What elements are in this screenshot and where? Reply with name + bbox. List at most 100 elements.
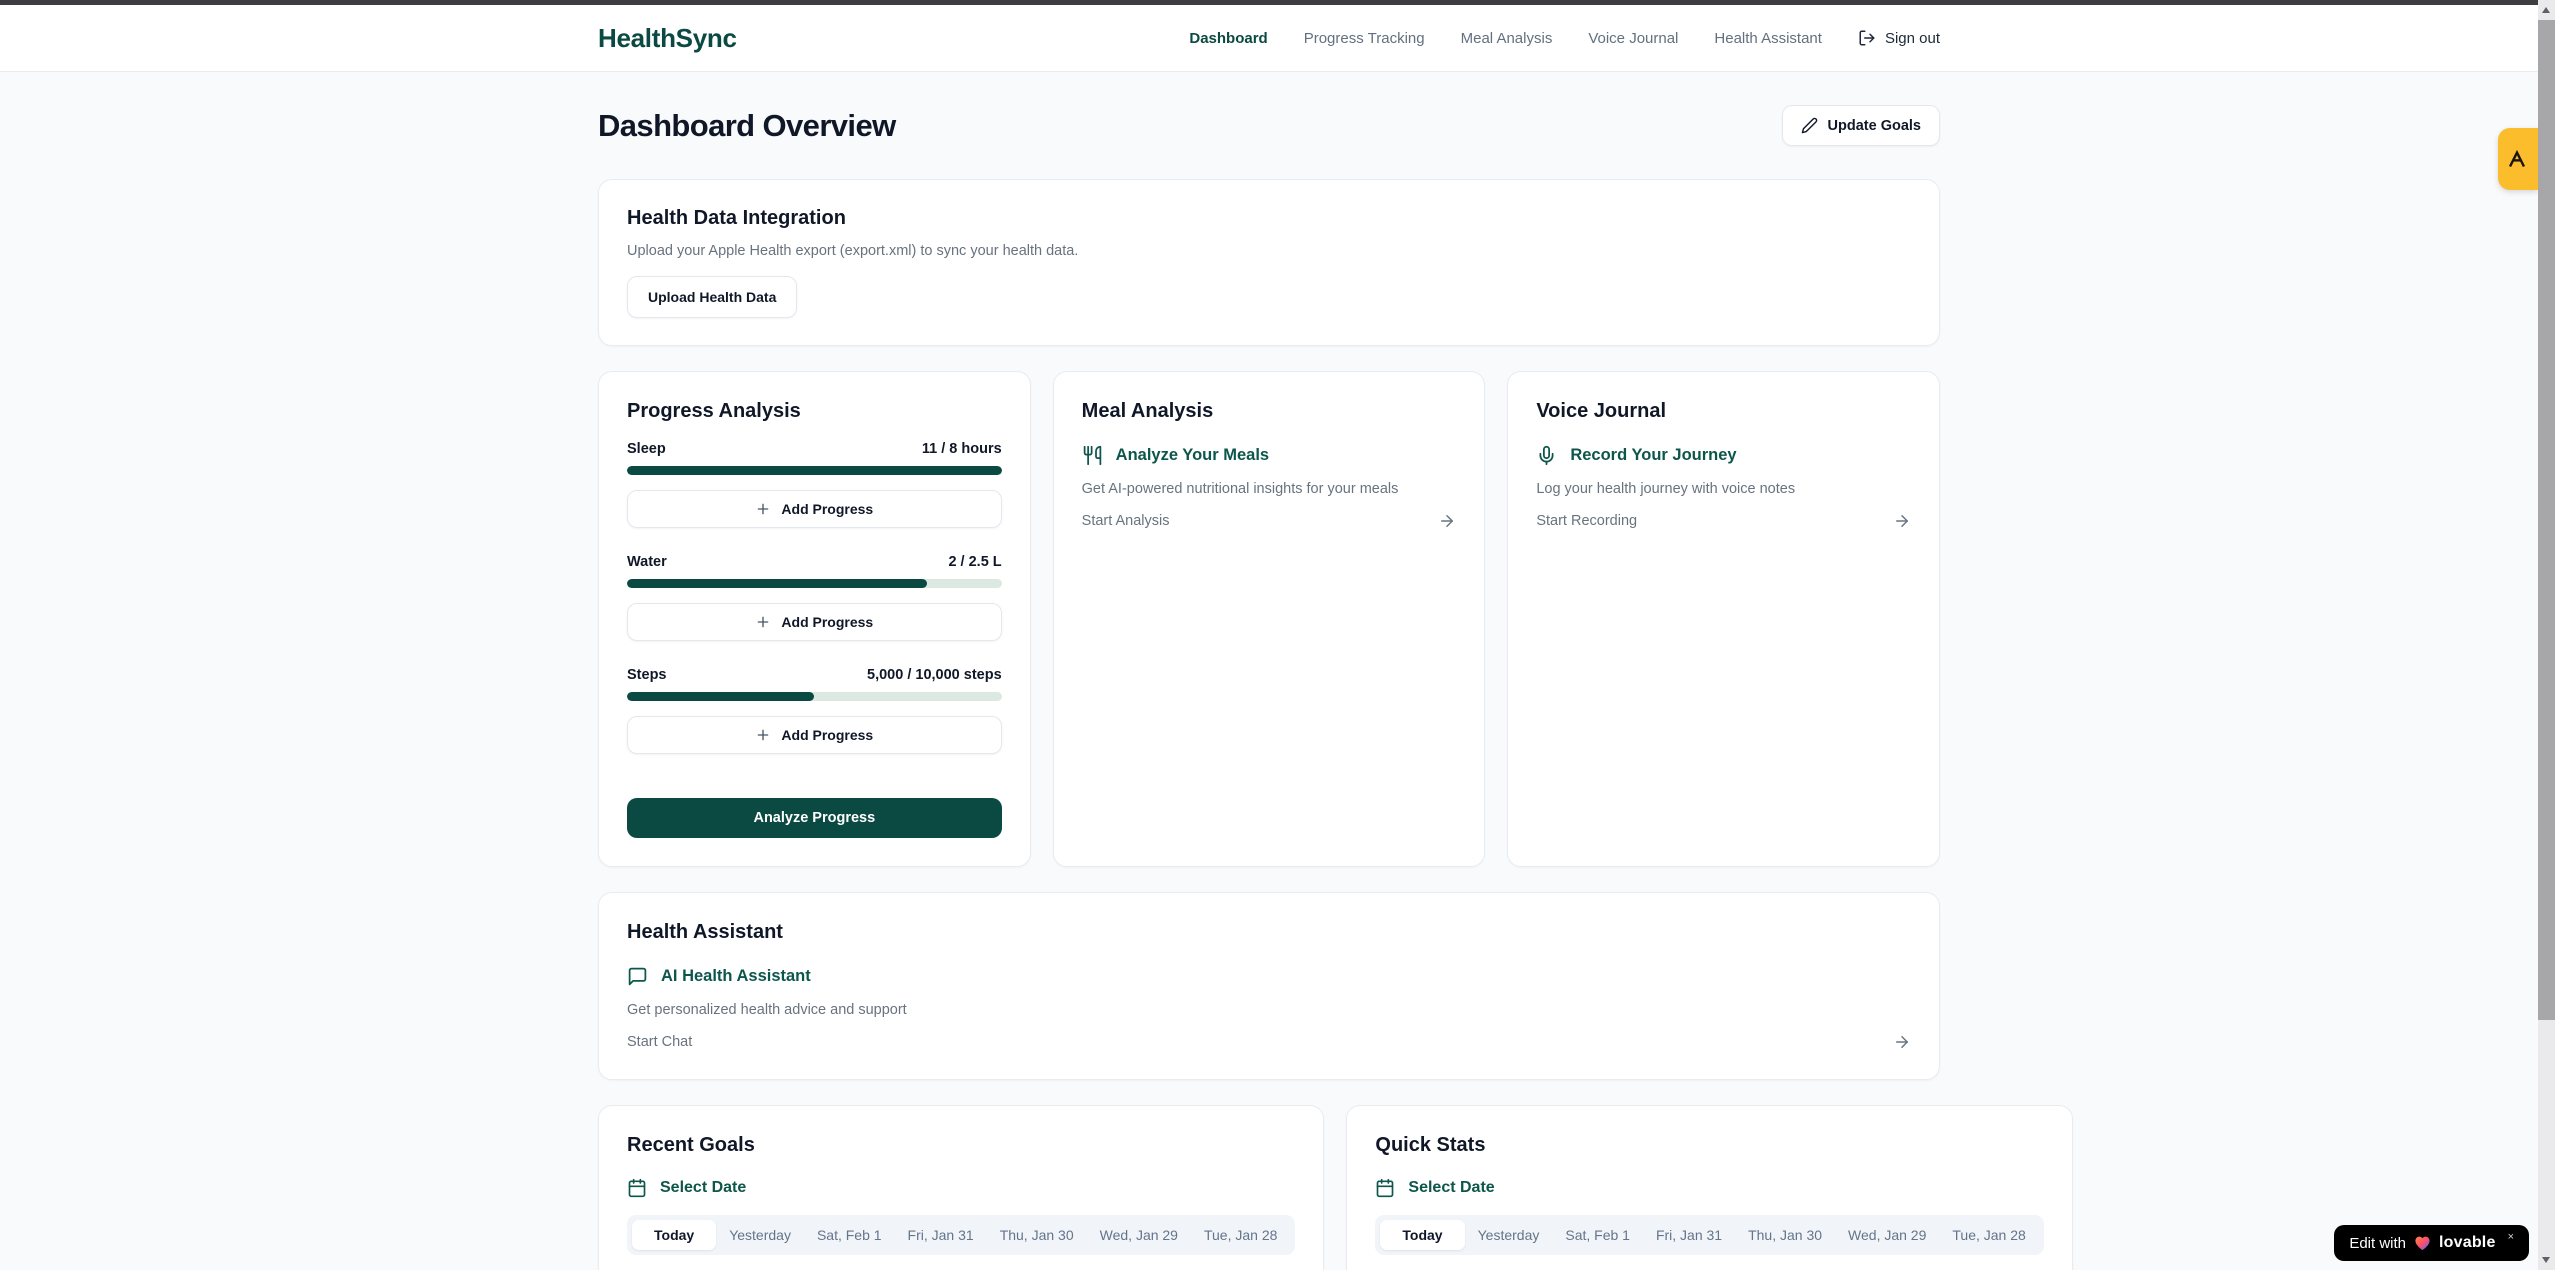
plus-icon [755,727,771,743]
main-nav: Dashboard Progress Tracking Meal Analysi… [1189,29,1940,47]
tab-wed-jan-29[interactable]: Wed, Jan 29 [1835,1220,1939,1250]
record-your-journey-link[interactable]: Record Your Journey [1536,445,1911,466]
add-progress-label: Add Progress [781,501,873,517]
meal-analysis-description: Get AI-powered nutritional insights for … [1082,481,1457,497]
close-icon[interactable]: × [2508,1231,2514,1243]
sign-out-button[interactable]: Sign out [1858,29,1940,47]
metric-water-value: 2 / 2.5 L [948,554,1001,570]
update-goals-button[interactable]: Update Goals [1782,105,1940,146]
add-progress-label: Add Progress [781,614,873,630]
metric-sleep-progressbar [627,466,1002,475]
start-analysis-row[interactable]: Start Analysis [1082,512,1457,530]
meal-analysis-title: Meal Analysis [1082,400,1457,423]
upload-health-data-button[interactable]: Upload Health Data [627,276,797,318]
vertical-scrollbar[interactable] [2538,0,2555,1270]
analyze-your-meals-link[interactable]: Analyze Your Meals [1082,445,1457,466]
start-recording-row[interactable]: Start Recording [1536,512,1911,530]
nav-meal-analysis[interactable]: Meal Analysis [1461,30,1553,47]
quick-stats-card: Quick Stats Select Date Today Yesterday … [1346,1105,2072,1270]
voice-journal-description: Log your health journey with voice notes [1536,481,1911,497]
chat-bubble-icon [627,966,648,987]
health-data-integration-card: Health Data Integration Upload your Appl… [598,179,1940,346]
tab-today[interactable]: Today [632,1220,716,1250]
brand-logo[interactable]: HealthSync [598,23,737,54]
nav-health-assistant[interactable]: Health Assistant [1714,30,1822,47]
metric-sleep-value: 11 / 8 hours [922,441,1002,457]
nav-progress-tracking[interactable]: Progress Tracking [1304,30,1425,47]
tab-yesterday[interactable]: Yesterday [1465,1220,1553,1250]
quick-stats-date-tabs: Today Yesterday Sat, Feb 1 Fri, Jan 31 T… [1375,1215,2043,1255]
record-your-journey-label: Record Your Journey [1570,446,1736,465]
metric-steps-value: 5,000 / 10,000 steps [867,667,1002,683]
tab-thu-jan-30[interactable]: Thu, Jan 30 [987,1220,1087,1250]
recent-goals-title: Recent Goals [627,1134,1295,1157]
scroll-up-arrow-icon[interactable] [2542,7,2550,13]
health-assistant-card: Health Assistant AI Health Assistant Get… [598,892,1940,1080]
start-recording-label: Start Recording [1536,513,1637,529]
edit-with-lovable-badge[interactable]: Edit with lovable × [2334,1225,2529,1261]
page-title: Dashboard Overview [598,108,896,144]
nav-dashboard[interactable]: Dashboard [1189,30,1267,47]
tab-fri-jan-31[interactable]: Fri, Jan 31 [895,1220,987,1250]
tab-sat-feb-1[interactable]: Sat, Feb 1 [1552,1220,1643,1250]
recent-goals-card: Recent Goals Select Date Today Yesterday… [598,1105,1324,1270]
update-goals-label: Update Goals [1828,118,1921,134]
scroll-down-arrow-icon[interactable] [2542,1257,2550,1263]
quick-stats-select-date[interactable]: Select Date [1375,1178,2043,1198]
add-progress-steps-button[interactable]: Add Progress [627,716,1002,754]
tab-tue-jan-28[interactable]: Tue, Jan 28 [1939,1220,2038,1250]
quick-stats-title: Quick Stats [1375,1134,2043,1157]
utensils-icon [1082,445,1103,466]
integration-description: Upload your Apple Health export (export.… [627,243,1911,259]
browser-edge-strip [0,0,2538,5]
start-chat-row[interactable]: Start Chat [627,1033,1911,1051]
arrow-right-icon [1893,512,1911,530]
analyze-your-meals-label: Analyze Your Meals [1116,446,1269,465]
tab-today[interactable]: Today [1380,1220,1464,1250]
edit-with-label: Edit with [2349,1235,2406,1252]
add-progress-label: Add Progress [781,727,873,743]
tab-wed-jan-29[interactable]: Wed, Jan 29 [1087,1220,1191,1250]
lovable-floating-button[interactable] [2498,128,2538,190]
integration-title: Health Data Integration [627,207,1911,230]
heart-gradient-icon [2414,1235,2431,1251]
metric-water: Water 2 / 2.5 L Add Progress [627,554,1002,641]
metric-steps-progressbar [627,692,1002,701]
start-chat-label: Start Chat [627,1034,692,1050]
progress-analysis-title: Progress Analysis [627,400,1002,423]
add-progress-sleep-button[interactable]: Add Progress [627,490,1002,528]
health-assistant-title: Health Assistant [627,921,1911,944]
tab-fri-jan-31[interactable]: Fri, Jan 31 [1643,1220,1735,1250]
select-date-label: Select Date [1408,1179,1494,1197]
add-progress-water-button[interactable]: Add Progress [627,603,1002,641]
lovable-brand-label: lovable [2439,1234,2496,1252]
pencil-icon [1801,117,1818,134]
voice-journal-card: Voice Journal Record Your Journey Log yo… [1507,371,1940,867]
ai-health-assistant-label: AI Health Assistant [661,967,811,986]
health-assistant-description: Get personalized health advice and suppo… [627,1002,1911,1018]
nav-voice-journal[interactable]: Voice Journal [1588,30,1678,47]
metric-water-progressbar [627,579,1002,588]
tab-sat-feb-1[interactable]: Sat, Feb 1 [804,1220,895,1250]
tab-yesterday[interactable]: Yesterday [716,1220,804,1250]
metric-water-label: Water [627,554,667,570]
main-content: Dashboard Overview Update Goals Health D… [598,72,1940,1270]
metric-sleep-label: Sleep [627,441,666,457]
scrollbar-thumb[interactable] [2538,20,2555,1020]
plus-icon [755,614,771,630]
select-date-label: Select Date [660,1179,746,1197]
meal-analysis-card: Meal Analysis Analyze Your Meals Get AI-… [1053,371,1486,867]
recent-goals-select-date[interactable]: Select Date [627,1178,1295,1198]
start-analysis-label: Start Analysis [1082,513,1170,529]
metric-steps: Steps 5,000 / 10,000 steps Add Progress [627,667,1002,754]
tab-thu-jan-30[interactable]: Thu, Jan 30 [1735,1220,1835,1250]
ai-health-assistant-link[interactable]: AI Health Assistant [627,966,1911,987]
metric-steps-label: Steps [627,667,667,683]
analyze-progress-button[interactable]: Analyze Progress [627,798,1002,838]
calendar-icon [1375,1178,1395,1198]
microphone-icon [1536,445,1557,466]
arrow-right-icon [1893,1033,1911,1051]
tab-tue-jan-28[interactable]: Tue, Jan 28 [1191,1220,1290,1250]
arrow-right-icon [1438,512,1456,530]
progress-analysis-card: Progress Analysis Sleep 11 / 8 hours Add… [598,371,1031,867]
